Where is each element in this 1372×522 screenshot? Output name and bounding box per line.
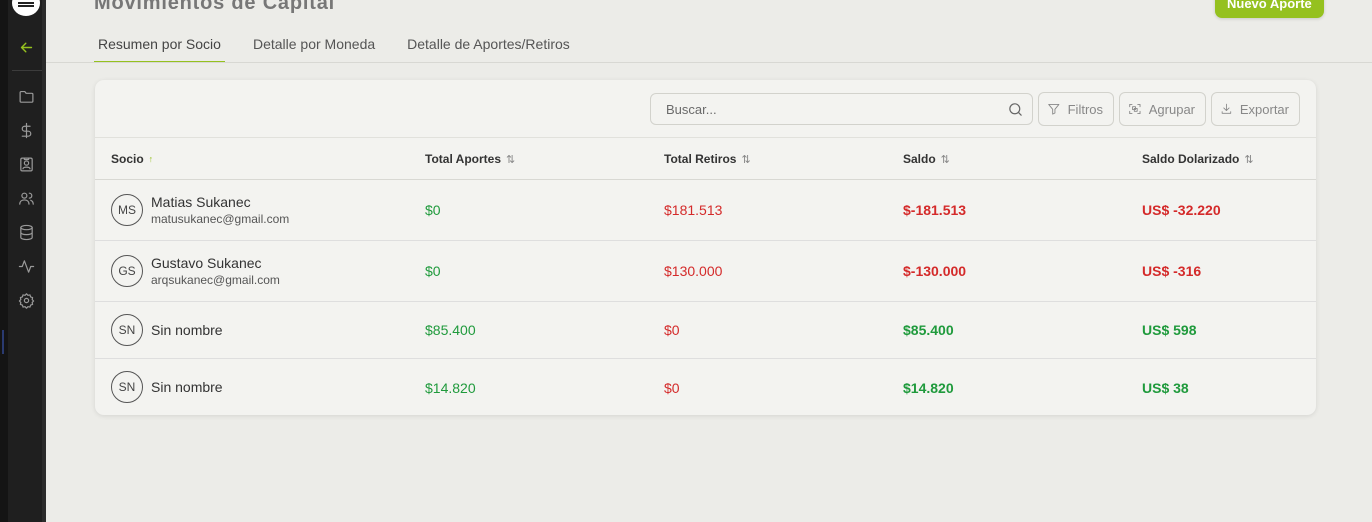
tabs-divider <box>46 62 1372 63</box>
table-header: Socio ↑ Total Aportes ⇅ Total Retiros ⇅ Sal… <box>95 138 1316 180</box>
search-input[interactable] <box>651 101 998 117</box>
activity-icon[interactable] <box>15 255 37 277</box>
total-retiros-cell: $130.000 <box>664 263 723 279</box>
saldo-cell: $-181.513 <box>903 202 967 218</box>
avatar: GS <box>111 255 143 287</box>
column-header-total-aportes[interactable]: Total Aportes ⇅ <box>425 138 515 180</box>
saldo-cell: $85.400 <box>903 322 954 338</box>
group-button[interactable]: Agrupar <box>1119 92 1206 126</box>
table-row[interactable]: SN Sin nombre $14.820 $0 $14.820 US$ 38 <box>95 359 1316 415</box>
saldo-dolarizado-cell: US$ -32.220 <box>1142 202 1221 218</box>
table-row[interactable]: GS Gustavo Sukanec arqsukanec@gmail.com … <box>95 241 1316 302</box>
total-retiros-cell: $181.513 <box>664 202 723 218</box>
download-icon <box>1221 103 1232 114</box>
total-aportes-cell: $14.820 <box>425 379 476 396</box>
saldo-cell: $14.820 <box>903 379 954 396</box>
total-retiros-cell: $0 <box>664 379 680 396</box>
sort-icon[interactable]: ⇅ <box>1244 153 1253 166</box>
saldo-dolarizado-cell: US$ 38 <box>1142 379 1189 396</box>
partner-info: Sin nombre <box>151 379 223 395</box>
gear-icon[interactable] <box>15 289 37 311</box>
edge-marker <box>2 330 4 354</box>
brand-logo[interactable] <box>12 0 40 16</box>
search-box <box>650 93 1033 125</box>
export-button[interactable]: Exportar <box>1211 92 1300 126</box>
export-label: Exportar <box>1239 101 1289 117</box>
tab-bar: Resumen por Socio Detalle por Moneda Det… <box>94 26 598 63</box>
table-toolbar: Filtros Agrupar Exportar <box>95 80 1316 138</box>
group-icon <box>1129 103 1141 115</box>
partner-name: Matias Sukanec <box>151 194 251 210</box>
sidebar-divider <box>12 70 42 71</box>
sort-icon[interactable]: ⇅ <box>741 153 750 166</box>
partner-info: Sin nombre <box>151 322 223 338</box>
saldo-dolarizado-cell: US$ 598 <box>1142 322 1197 338</box>
partner-name: Sin nombre <box>151 379 223 395</box>
sort-asc-icon[interactable]: ↑ <box>149 154 154 164</box>
total-retiros-cell: $0 <box>664 322 680 338</box>
filters-label: Filtros <box>1067 101 1103 117</box>
filter-icon <box>1048 104 1060 115</box>
search-icon[interactable] <box>998 101 1032 118</box>
folder-icon[interactable] <box>15 85 37 107</box>
partner-info: Gustavo Sukanec arqsukanec@gmail.com <box>151 255 280 287</box>
id-card-icon[interactable] <box>15 153 37 175</box>
partner-email: arqsukanec@gmail.com <box>151 273 280 287</box>
page-title: Movimientos de Capital <box>94 0 335 14</box>
group-label: Agrupar <box>1148 101 1195 117</box>
database-icon[interactable] <box>15 221 37 243</box>
column-header-saldo[interactable]: Saldo ⇅ <box>903 138 950 180</box>
avatar: SN <box>111 314 143 346</box>
tab-detail-by-currency[interactable]: Detalle por Moneda <box>249 26 379 62</box>
tab-summary-by-partner[interactable]: Resumen por Socio <box>94 26 225 63</box>
total-aportes-cell: $85.400 <box>425 322 476 338</box>
total-aportes-cell: $0 <box>425 202 441 218</box>
total-aportes-cell: $0 <box>425 263 441 279</box>
avatar: SN <box>111 371 143 403</box>
users-icon[interactable] <box>15 187 37 209</box>
partners-table-card: Filtros Agrupar Exportar Socio↑ Total Ap… <box>95 80 1316 415</box>
partner-name: Gustavo Sukanec <box>151 255 262 271</box>
tab-detail-contributions-withdrawals[interactable]: Detalle de Aportes/Retiros <box>403 26 574 62</box>
partner-email: matusukanec@gmail.com <box>151 212 290 226</box>
column-header-total-retiros[interactable]: Total Retiros ⇅ <box>664 138 751 180</box>
main-content: Movimientos de Capital Nuevo Aporte Resu… <box>46 0 1372 522</box>
sidebar <box>8 0 46 522</box>
column-header-saldo-dolarizado[interactable]: Saldo Dolarizado ⇅ <box>1142 138 1254 180</box>
sort-icon[interactable]: ⇅ <box>941 153 950 166</box>
avatar: MS <box>111 194 143 226</box>
filters-button[interactable]: Filtros <box>1038 92 1114 126</box>
arrow-left-icon[interactable] <box>15 36 37 58</box>
dollar-icon[interactable] <box>15 119 37 141</box>
partner-info: Matias Sukanec matusukanec@gmail.com <box>151 194 289 226</box>
sort-icon[interactable]: ⇅ <box>506 153 515 166</box>
new-contribution-button[interactable]: Nuevo Aporte <box>1215 0 1324 18</box>
saldo-dolarizado-cell: US$ -316 <box>1142 263 1202 279</box>
window-edge <box>0 0 8 522</box>
saldo-cell: $-130.000 <box>903 263 967 279</box>
table-row[interactable]: SN Sin nombre $85.400 $0 $85.400 US$ 598 <box>95 302 1316 359</box>
table-row[interactable]: MS Matias Sukanec matusukanec@gmail.com … <box>95 180 1316 241</box>
partner-name: Sin nombre <box>151 322 223 338</box>
column-header-socio[interactable]: Socio ↑ <box>111 138 153 180</box>
